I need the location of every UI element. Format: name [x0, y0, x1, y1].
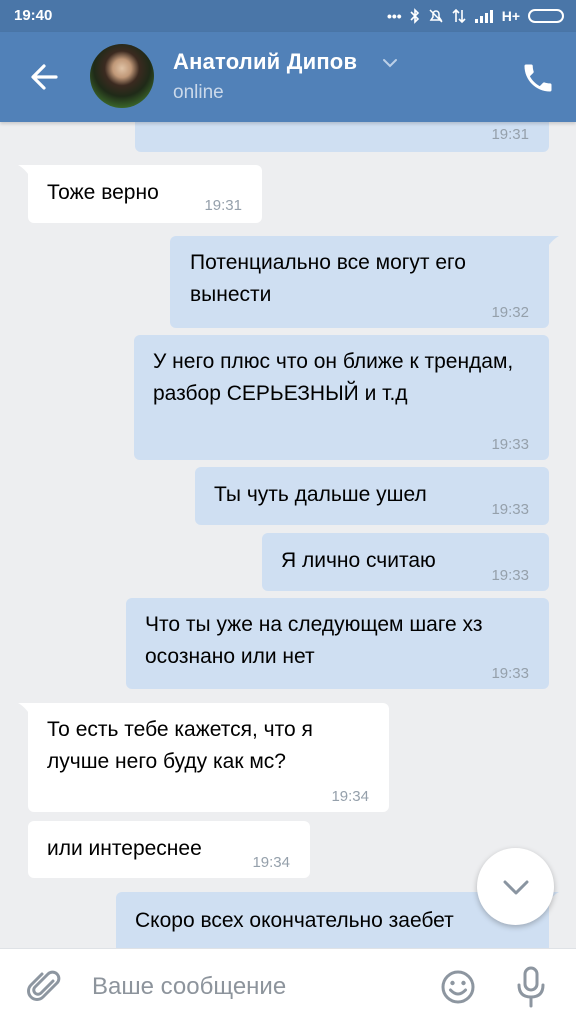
avatar[interactable]: [90, 44, 154, 108]
message-time: 19:33: [491, 567, 529, 584]
bubble-tail: [18, 165, 34, 183]
message-bubble-outgoing[interactable]: 19:31: [135, 122, 549, 152]
message-text: Потенциально все могут его вынести: [190, 251, 466, 306]
chevron-down-icon[interactable]: [381, 54, 399, 72]
contact-status: online: [173, 82, 224, 103]
message-bubble-outgoing[interactable]: Потенциально все могут его вынести 19:32: [170, 236, 559, 328]
message-input[interactable]: [92, 967, 412, 1007]
status-bar: 19:40 ••• H+: [0, 0, 576, 32]
more-dots-icon: •••: [386, 8, 402, 24]
chat-header: Анатолий Дипов online: [0, 32, 576, 122]
message-text: То есть тебе кажется, что я лучше него б…: [47, 718, 313, 773]
signal-icon: [474, 10, 493, 23]
smile-icon[interactable]: [440, 969, 476, 1005]
message-time: 19:34: [252, 854, 290, 871]
message-bubble-outgoing[interactable]: Я лично считаю 19:33: [262, 533, 549, 591]
bubble-tail: [18, 703, 34, 721]
message-bubble-incoming[interactable]: То есть тебе кажется, что я лучше него б…: [18, 703, 389, 812]
message-text: У него плюс что он ближе к трендам, разб…: [153, 350, 514, 405]
message-composer: [0, 948, 576, 1024]
message-text: Что ты уже на следующем шаге хз осознано…: [145, 613, 483, 668]
message-text: Ты чуть дальше ушел: [214, 483, 427, 506]
status-time: 19:40: [14, 7, 53, 24]
message-bubble-outgoing[interactable]: Ты чуть дальше ушел 19:33: [195, 467, 549, 525]
message-bubble-outgoing[interactable]: У него плюс что он ближе к трендам, разб…: [134, 335, 549, 460]
contact-name[interactable]: Анатолий Дипов: [173, 49, 357, 75]
back-button[interactable]: [24, 57, 68, 97]
message-bubble-incoming[interactable]: или интереснее 19:34: [28, 821, 310, 878]
message-list[interactable]: 19:31 Тоже верно 19:31 Потенциально все …: [0, 122, 576, 948]
message-bubble-incoming[interactable]: Тоже верно 19:31: [18, 165, 262, 223]
battery-icon: [528, 9, 564, 23]
status-icons: ••• H+: [387, 6, 564, 26]
message-time: 19:31: [491, 126, 529, 143]
scroll-down-button[interactable]: [477, 848, 554, 925]
message-time: 19:31: [204, 197, 242, 214]
message-bubble-outgoing[interactable]: Что ты уже на следующем шаге хз осознано…: [126, 598, 549, 689]
alarm-off-icon: [429, 9, 443, 23]
message-time: 19:33: [491, 665, 529, 682]
call-button[interactable]: [520, 60, 556, 96]
chevron-down-icon: [503, 880, 529, 895]
network-type: H+: [501, 8, 520, 24]
message-text: Скоро всех окончательно заебет: [135, 909, 454, 932]
arrow-left-icon: [31, 64, 58, 90]
phone-icon: [524, 64, 552, 92]
bubble-tail: [543, 236, 559, 254]
message-time: 19:33: [491, 436, 529, 453]
paperclip-icon[interactable]: [26, 967, 66, 1007]
data-transfer-icon: [452, 8, 466, 24]
microphone-icon[interactable]: [514, 965, 548, 1009]
message-time: 19:32: [491, 304, 529, 321]
message-time: 19:33: [491, 501, 529, 518]
bluetooth-icon: [410, 8, 419, 24]
message-time: 19:34: [331, 788, 369, 805]
